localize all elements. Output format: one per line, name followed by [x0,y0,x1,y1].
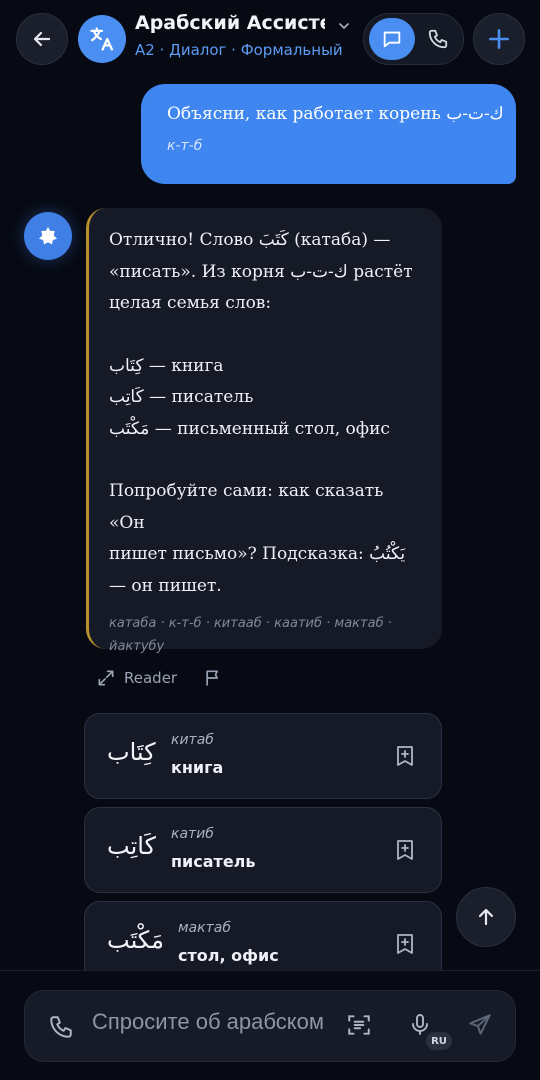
word-meaning: стол, офис [178,946,279,965]
user-message-bubble: Объясни, как работает корень ك-ت-ب к-т-б [141,84,516,184]
reader-label: Reader [124,669,178,687]
word-card[interactable]: كِتَاب китаб книга [84,713,442,799]
assistant-line: «писать». Из корня ك-ت-ب растёт [109,261,413,282]
translate-icon [90,27,114,51]
back-button[interactable] [16,13,68,65]
chat-title[interactable]: Арабский Ассистент [135,12,325,34]
word-transliteration: катиб [171,826,214,842]
assistant-line: كِتَاب — книга [109,355,224,376]
word-arabic: مَكْتَب [107,926,164,954]
bookmark-add-icon[interactable] [393,744,417,768]
phone-icon[interactable] [48,1014,74,1040]
word-card[interactable]: كَاتِب катиб писатель [84,807,442,893]
word-arabic: كِتَاب [107,738,156,766]
chat-bubble-icon [383,31,401,48]
message-input[interactable] [92,1005,328,1039]
call-mode-button[interactable] [417,18,459,60]
assistant-line: Попробуйте сами: как сказать «Он [109,481,384,533]
word-meaning: писатель [171,852,256,871]
star-badge-icon [39,227,57,245]
user-message-transliteration: к-т-б [167,138,203,154]
word-meaning: книга [171,758,224,777]
assistant-line: كَاتِب — писатель [109,387,254,407]
arrow-up-icon [478,908,494,926]
scroll-to-top-button[interactable] [456,887,516,947]
assistant-message-bubble: Отлично! Слово كَتَبَ (катаба) — «писать… [86,208,442,654]
send-icon[interactable] [467,1012,493,1038]
word-arabic: كَاتِب [107,832,156,860]
phone-icon [428,29,448,49]
assistant-line: مَكْتَب — письменный стол, офис [109,418,390,439]
new-chat-button[interactable] [473,13,525,65]
assistant-line: Отлично! Слово كَتَبَ (катаба) — [109,230,391,250]
assistant-line: пишет письмо»? Подсказка: يَكْتُبُ [109,544,406,564]
plus-icon [489,29,509,49]
chat-mode-button[interactable] [369,18,415,60]
assistant-line: целая семья слов: [109,293,272,313]
assistant-line: — он пишет. [109,575,222,596]
scan-text-icon[interactable] [346,1012,372,1038]
tags-line: йактубу [109,639,165,654]
chat-subtitle: A2 · Диалог · Формальный [135,41,343,59]
bookmark-add-icon[interactable] [393,838,417,862]
user-message-text: Объясни, как работает корень ك-ت-ب [167,104,504,124]
tags-line: катаба · к-т-б · китааб · каатиб · макта… [109,616,392,631]
transliteration-tags: катаба · к-т-б · китааб · каатиб · макта… [109,612,424,658]
assistant-avatar [24,212,72,260]
word-transliteration: китаб [171,732,214,748]
bookmark-add-icon[interactable] [393,932,417,956]
word-transliteration: мактаб [178,920,231,936]
app-avatar [78,15,126,63]
language-badge[interactable]: RU [426,1032,452,1050]
expand-icon [98,670,114,686]
reader-button[interactable]: Reader [96,668,177,688]
chevron-down-icon[interactable] [336,18,352,34]
flag-icon[interactable] [203,668,223,688]
arrow-left-icon [33,31,51,47]
